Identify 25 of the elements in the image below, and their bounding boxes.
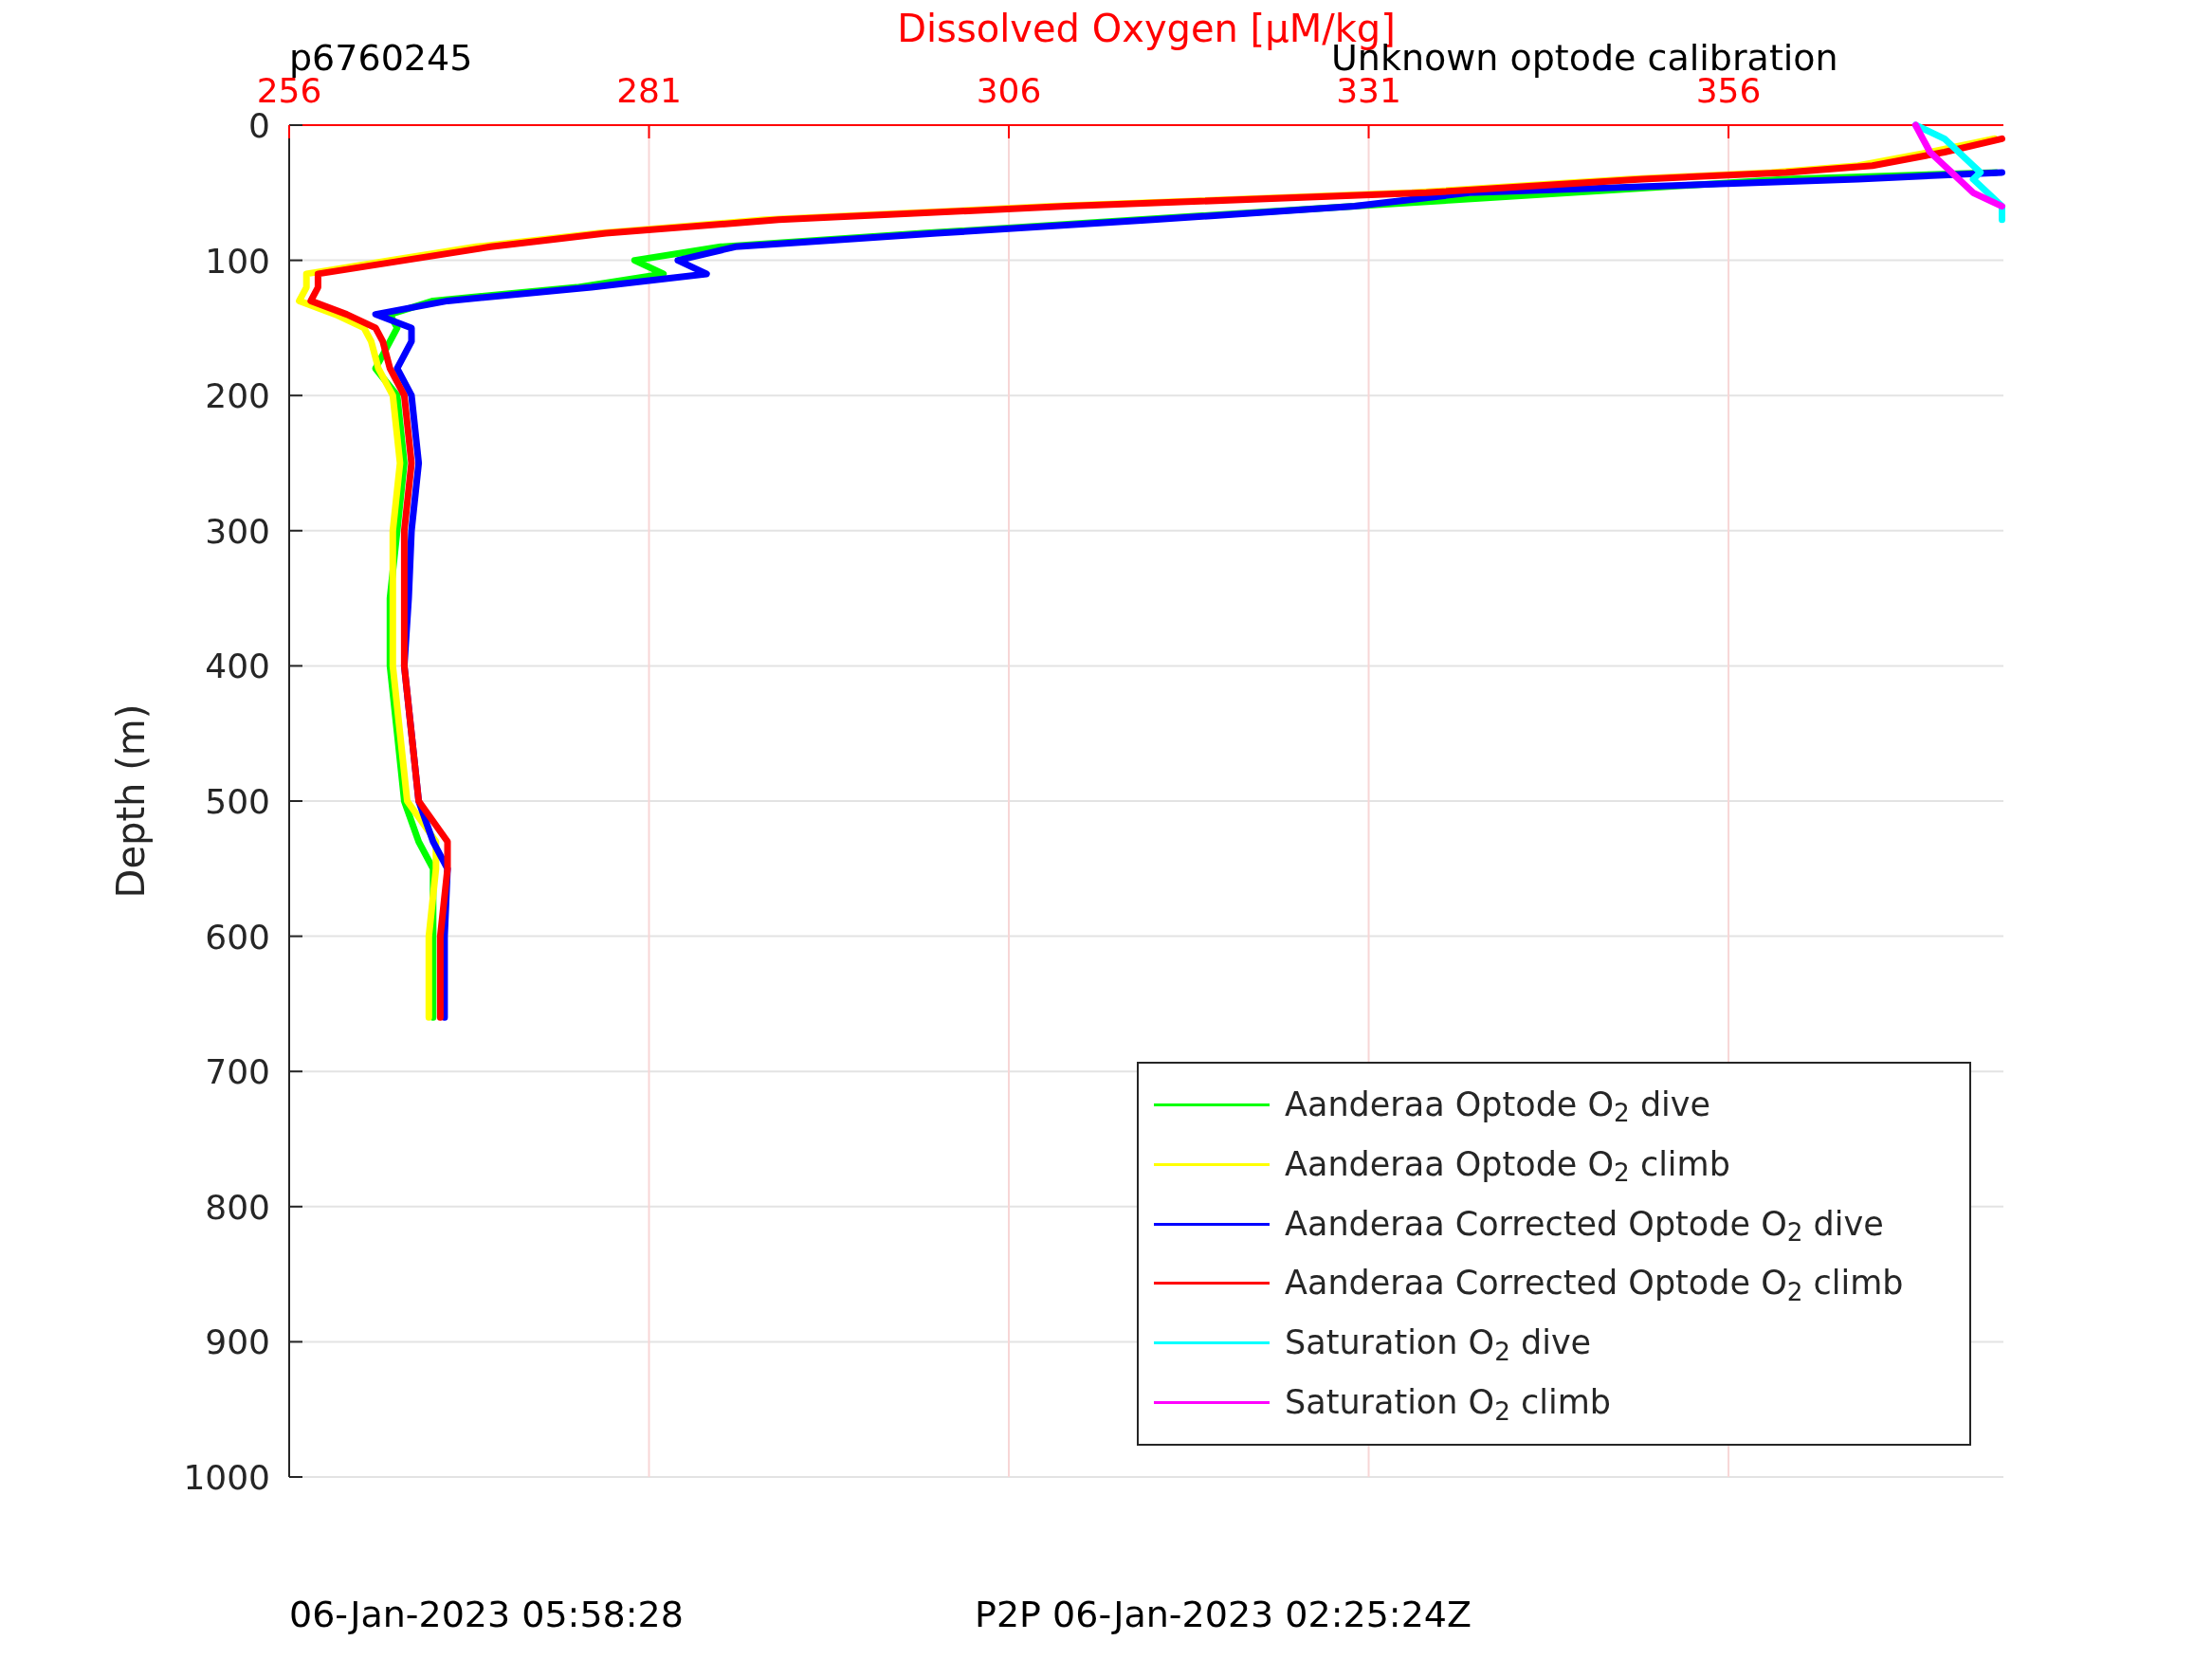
y-tick-label: 700 xyxy=(205,1052,270,1092)
y-tick-label: 1000 xyxy=(183,1458,270,1497)
x-tick-label: 281 xyxy=(616,71,682,110)
y-tick-label: 600 xyxy=(205,917,270,957)
legend-label: Saturation O$_{2}$ dive xyxy=(1285,1326,1592,1360)
legend-label: Aanderaa Corrected Optode O$_{2}$ climb xyxy=(1285,1267,1904,1301)
y-tick-label: 500 xyxy=(205,782,270,821)
y-tick-label: 200 xyxy=(205,376,270,416)
x-tick-label: 356 xyxy=(1695,71,1762,110)
x-tick-label: 306 xyxy=(976,71,1042,110)
legend-label: Aanderaa Optode O$_{2}$ climb xyxy=(1285,1147,1730,1181)
y-tick-label: 800 xyxy=(205,1187,270,1227)
legend-label: Aanderaa Corrected Optode O$_{2}$ dive xyxy=(1285,1207,1884,1241)
plot-id-label: p6760245 xyxy=(289,37,473,79)
y-tick-label: 900 xyxy=(205,1322,270,1362)
y-tick-label: 0 xyxy=(248,106,270,145)
y-tick-label: 100 xyxy=(205,241,270,281)
legend-label: Saturation O$_{2}$ climb xyxy=(1285,1386,1611,1420)
x-tick-label: 331 xyxy=(1336,71,1401,110)
y-axis-title: Depth (m) xyxy=(109,703,153,899)
y-tick-label: 300 xyxy=(205,511,270,551)
p2p-timestamp-label: P2P 06-Jan-2023 02:25:24Z xyxy=(975,1594,1472,1635)
y-tick-label: 400 xyxy=(205,647,270,686)
timestamp-label: 06-Jan-2023 05:58:28 xyxy=(289,1594,684,1635)
legend-label: Aanderaa Optode O$_{2}$ dive xyxy=(1285,1087,1711,1121)
